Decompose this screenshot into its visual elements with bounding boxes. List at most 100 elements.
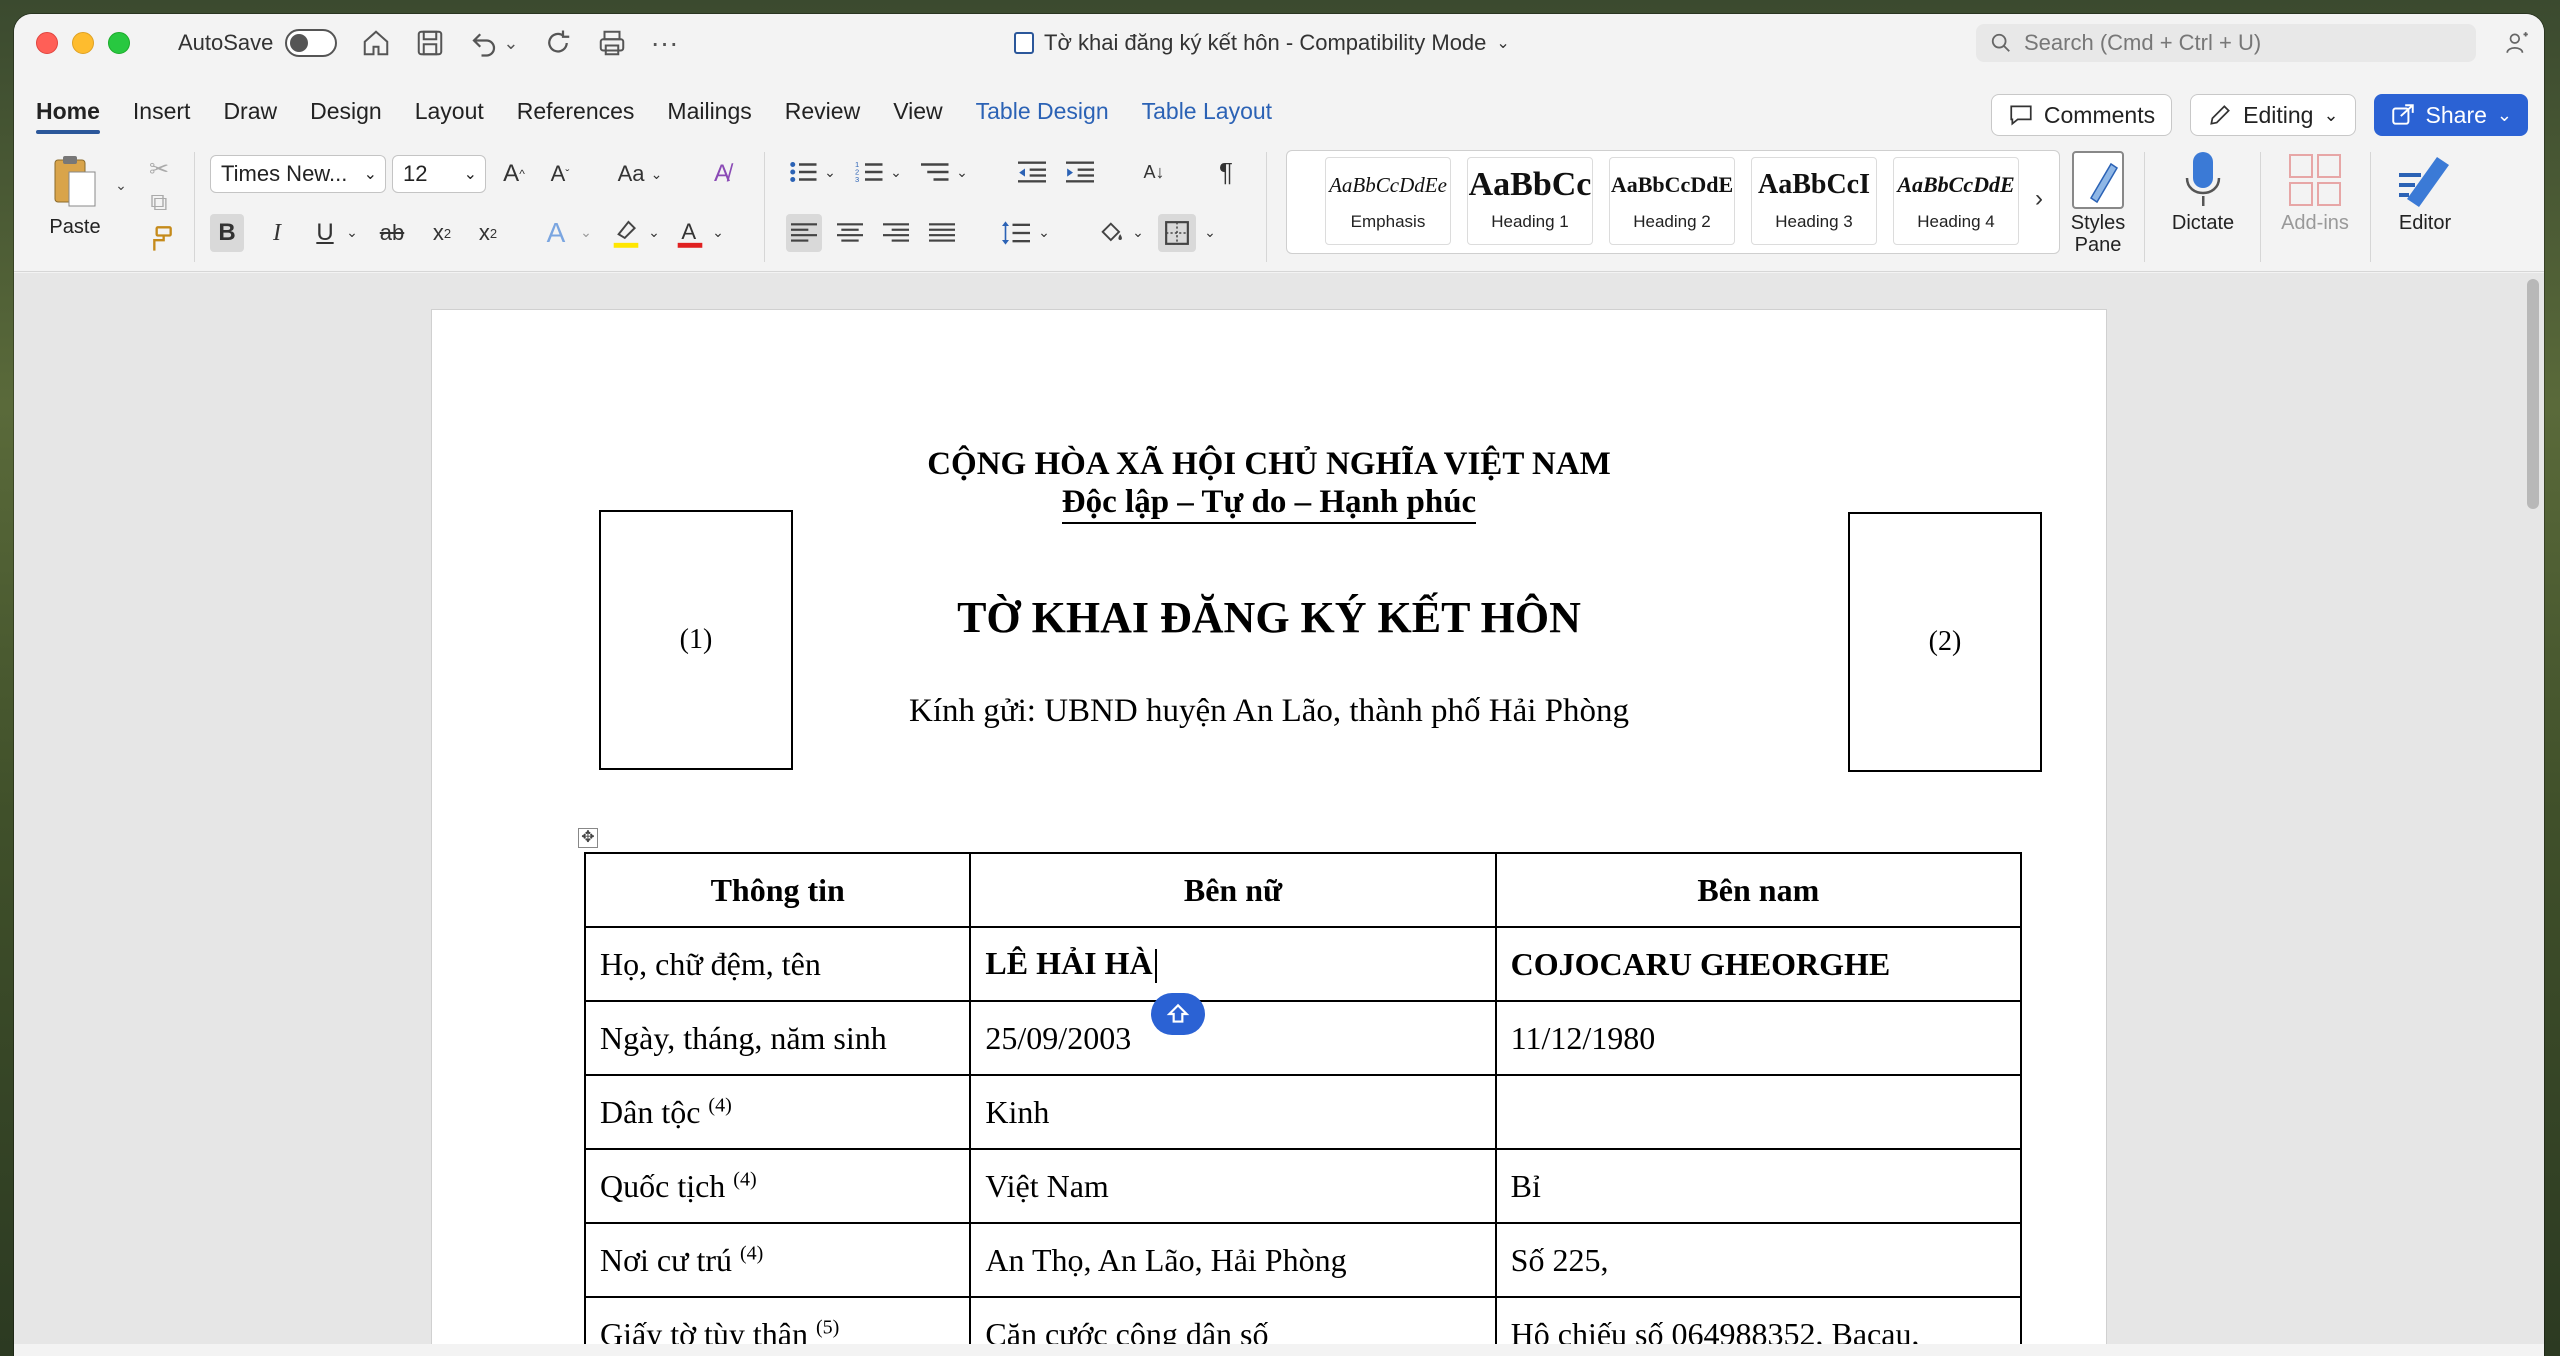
shading-icon[interactable] xyxy=(1094,214,1130,252)
redo-icon[interactable] xyxy=(543,28,573,58)
bold-button[interactable]: B xyxy=(210,214,244,252)
line-spacing-icon[interactable] xyxy=(998,214,1034,252)
row-label[interactable]: Dân tộc (4) xyxy=(583,1074,972,1150)
header-ben-nu[interactable]: Bên nữ xyxy=(969,852,1497,928)
autosave-toggle[interactable] xyxy=(285,29,338,57)
styles-more-chevron-right-icon[interactable]: › xyxy=(2035,185,2043,213)
undo-icon[interactable] xyxy=(469,28,499,58)
show-formatting-marks-icon[interactable]: ¶ xyxy=(1208,154,1244,190)
tab-design[interactable]: Design xyxy=(310,84,382,138)
multilevel-list-icon[interactable] xyxy=(918,154,954,190)
borders-chevron-down-icon[interactable]: ⌄ xyxy=(1202,220,1218,244)
maximize-window-button[interactable] xyxy=(108,32,130,54)
tab-draw[interactable]: Draw xyxy=(223,84,277,138)
add-ins-button[interactable]: Add-ins xyxy=(2270,148,2360,235)
female-cell[interactable]: LÊ HẢI HÀ xyxy=(969,926,1497,1002)
sort-icon[interactable]: A↓ xyxy=(1134,154,1174,190)
tab-table-design[interactable]: Table Design xyxy=(976,84,1109,138)
style-heading-1[interactable]: AaBbCc Heading 1 xyxy=(1467,157,1593,245)
increase-indent-icon[interactable] xyxy=(1062,154,1098,190)
male-cell[interactable]: Bỉ xyxy=(1494,1148,2023,1224)
justify-button[interactable] xyxy=(924,214,960,252)
male-cell[interactable]: Số 225, xyxy=(1494,1222,2023,1298)
tab-references[interactable]: References xyxy=(517,84,635,138)
align-right-button[interactable] xyxy=(878,214,914,252)
female-cell[interactable]: Kinh xyxy=(969,1074,1497,1150)
italic-button[interactable]: I xyxy=(260,214,294,252)
female-cell[interactable]: 25/09/2003 xyxy=(969,1000,1497,1076)
numbering-chevron-down-icon[interactable]: ⌄ xyxy=(888,160,904,184)
minimize-window-button[interactable] xyxy=(72,32,94,54)
female-cell[interactable]: An Thọ, An Lão, Hải Phòng xyxy=(969,1222,1497,1298)
search-box[interactable]: Search (Cmd + Ctrl + U) xyxy=(1976,24,2476,62)
header-thong-tin[interactable]: Thông tin xyxy=(583,852,972,928)
highlight-chevron-down-icon[interactable]: ⌄ xyxy=(646,220,662,244)
paste-chevron-down-icon[interactable]: ⌄ xyxy=(114,177,128,193)
male-cell[interactable] xyxy=(1494,1074,2023,1150)
align-left-button[interactable] xyxy=(786,214,822,252)
font-size-select[interactable]: 12 ⌄ xyxy=(392,155,486,193)
underline-chevron-down-icon[interactable]: ⌄ xyxy=(344,220,360,244)
subscript-button[interactable]: x2 xyxy=(424,214,460,252)
tab-insert[interactable]: Insert xyxy=(133,84,191,138)
scrollbar-thumb[interactable] xyxy=(2527,279,2539,509)
line-spacing-chevron-down-icon[interactable]: ⌄ xyxy=(1036,220,1052,244)
tab-mailings[interactable]: Mailings xyxy=(667,84,751,138)
font-color-icon[interactable]: A xyxy=(670,214,710,252)
close-window-button[interactable] xyxy=(36,32,58,54)
tab-table-layout[interactable]: Table Layout xyxy=(1142,84,1272,138)
styles-pane-button[interactable]: Styles Pane xyxy=(2066,148,2130,256)
dictate-button[interactable]: Dictate xyxy=(2158,148,2248,235)
vertical-scrollbar[interactable] xyxy=(2526,279,2540,1354)
header-ben-nam[interactable]: Bên nam xyxy=(1494,852,2023,928)
shading-chevron-down-icon[interactable]: ⌄ xyxy=(1130,220,1146,244)
tab-home[interactable]: Home xyxy=(36,84,100,138)
share-button[interactable]: Share ⌄ xyxy=(2373,94,2528,136)
text-effects-icon[interactable]: A xyxy=(536,214,576,252)
document-page[interactable]: CỘNG HÒA XÃ HỘI CHỦ NGHĨA VIỆT NAM Độc l… xyxy=(432,310,2106,1356)
bullets-chevron-down-icon[interactable]: ⌄ xyxy=(822,160,838,184)
table-move-handle-icon[interactable]: ✥ xyxy=(578,828,598,848)
style-emphasis[interactable]: AaBbCcDdEe Emphasis xyxy=(1325,157,1451,245)
font-name-select[interactable]: Times New... ⌄ xyxy=(210,155,386,193)
save-icon[interactable] xyxy=(415,28,445,58)
format-painter-icon[interactable] xyxy=(142,224,176,254)
editing-mode-button[interactable]: Editing ⌄ xyxy=(2190,94,2356,136)
change-case-button[interactable]: Aa ⌄ xyxy=(610,156,670,192)
copy-icon[interactable]: ⧉ xyxy=(144,188,174,218)
strikethrough-button[interactable]: ab xyxy=(372,214,412,252)
undo-dropdown-chevron-icon[interactable]: ⌄ xyxy=(503,33,518,54)
row-label[interactable]: Quốc tịch (4) xyxy=(583,1148,972,1224)
clear-formatting-icon[interactable]: A̸ xyxy=(704,156,740,192)
superscript-button[interactable]: x2 xyxy=(470,214,506,252)
row-label[interactable]: Họ, chữ đệm, tên xyxy=(583,926,972,1002)
align-center-button[interactable] xyxy=(832,214,868,252)
print-icon[interactable] xyxy=(597,28,627,58)
paste-button[interactable]: Paste xyxy=(40,152,110,239)
increase-font-size-icon[interactable]: A ^ xyxy=(496,156,532,192)
tab-review[interactable]: Review xyxy=(785,84,860,138)
underline-button[interactable]: U xyxy=(308,214,342,252)
tab-layout[interactable]: Layout xyxy=(415,84,484,138)
text-effects-chevron-down-icon[interactable]: ⌄ xyxy=(578,220,594,244)
style-heading-4[interactable]: AaBbCcDdE Heading 4 xyxy=(1893,157,2019,245)
document-title[interactable]: Tờ khai đăng ký kết hôn - Compatibility … xyxy=(1014,30,1510,56)
share-person-icon[interactable] xyxy=(2504,30,2530,56)
row-label[interactable]: Nơi cư trú (4) xyxy=(583,1222,972,1298)
editor-button[interactable]: Editor xyxy=(2380,148,2470,235)
style-heading-2[interactable]: AaBbCcDdE Heading 2 xyxy=(1609,157,1735,245)
cut-icon[interactable]: ✂ xyxy=(144,154,174,184)
highlight-color-icon[interactable] xyxy=(606,214,646,252)
style-heading-3[interactable]: AaBbCcI Heading 3 xyxy=(1751,157,1877,245)
bullets-icon[interactable] xyxy=(786,154,822,190)
row-label[interactable]: Ngày, tháng, năm sinh xyxy=(583,1000,972,1076)
male-cell[interactable]: COJOCARU GHEORGHE xyxy=(1494,926,2023,1002)
more-options-icon[interactable]: ··· xyxy=(651,27,679,59)
female-cell[interactable]: Việt Nam xyxy=(969,1148,1497,1224)
comments-button[interactable]: Comments xyxy=(1990,94,2173,136)
tab-view[interactable]: View xyxy=(893,84,942,138)
decrease-font-size-icon[interactable]: Aˇ xyxy=(542,156,578,192)
decrease-indent-icon[interactable] xyxy=(1014,154,1050,190)
font-color-chevron-down-icon[interactable]: ⌄ xyxy=(710,220,726,244)
male-cell[interactable]: 11/12/1980 xyxy=(1494,1000,2023,1076)
